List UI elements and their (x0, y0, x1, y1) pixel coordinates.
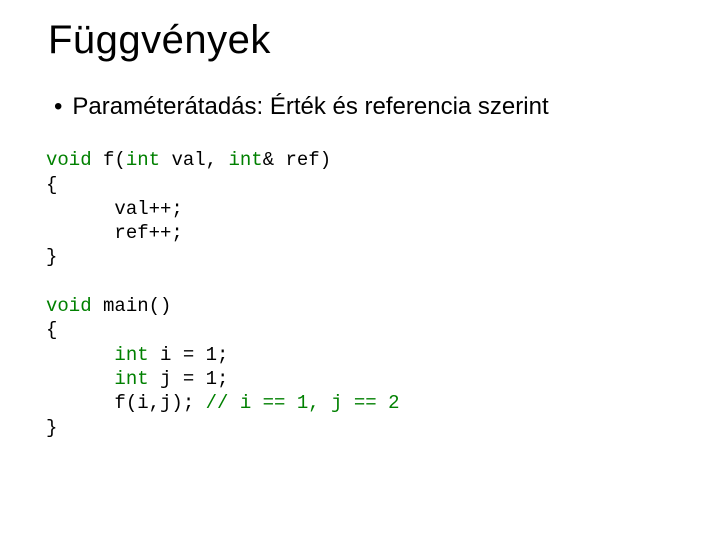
keyword-void: void (46, 295, 92, 317)
code-text: & ref) (263, 149, 331, 171)
code-block: void f(int val, int& ref) { val++; ref++… (46, 148, 672, 440)
code-text: ref++; (46, 222, 183, 244)
code-text: } (46, 246, 57, 268)
bullet-dot-icon: • (54, 91, 62, 122)
bullet-item: • Paraméterátadás: Érték és referencia s… (54, 91, 672, 122)
keyword-int: int (228, 149, 262, 171)
code-text: f( (92, 149, 126, 171)
keyword-void: void (46, 149, 92, 171)
code-text: f(i,j); (46, 392, 206, 414)
code-text: j = 1; (149, 368, 229, 390)
slide: Függvények • Paraméterátadás: Érték és r… (0, 0, 720, 440)
keyword-int: int (114, 344, 148, 366)
code-text: } (46, 417, 57, 439)
code-text: val, (160, 149, 228, 171)
keyword-int: int (126, 149, 160, 171)
code-text: { (46, 319, 57, 341)
code-comment: // i == 1, j == 2 (206, 392, 400, 414)
code-text: { (46, 174, 57, 196)
slide-title: Függvények (48, 18, 672, 63)
code-text: i = 1; (149, 344, 229, 366)
bullet-text: Paraméterátadás: Érték és referencia sze… (72, 91, 548, 122)
code-text: val++; (46, 198, 183, 220)
keyword-int: int (114, 368, 148, 390)
code-text: main() (92, 295, 172, 317)
code-text (46, 344, 114, 366)
code-text (46, 368, 114, 390)
